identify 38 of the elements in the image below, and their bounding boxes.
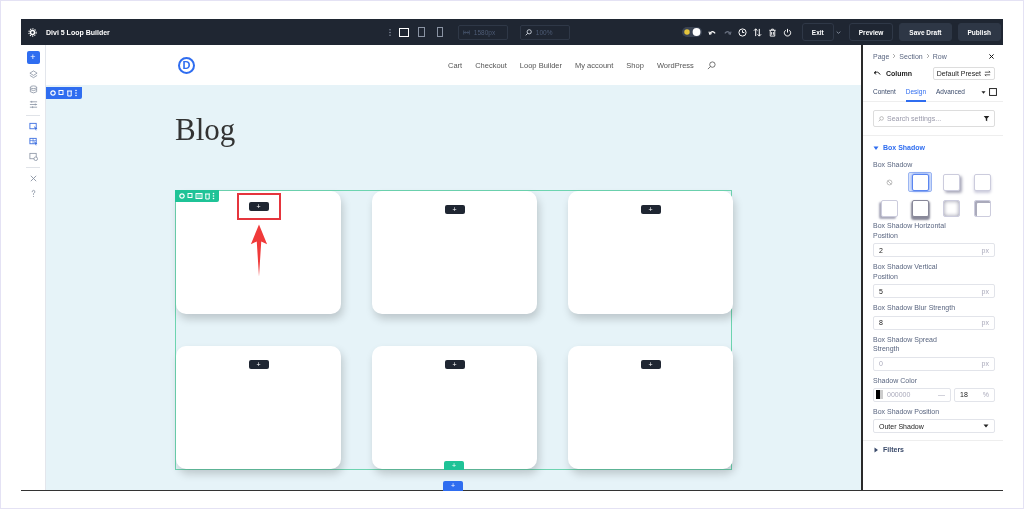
caret-icon xyxy=(873,144,879,151)
history-icon[interactable] xyxy=(737,27,747,37)
add-button[interactable]: + xyxy=(26,51,40,64)
color-swatch-icon xyxy=(876,390,883,400)
swap-icon xyxy=(984,69,991,77)
width-icon xyxy=(462,28,470,36)
back-icon[interactable] xyxy=(873,69,881,77)
filter-icon[interactable] xyxy=(983,115,990,122)
power-icon[interactable] xyxy=(782,27,792,37)
trash-icon[interactable] xyxy=(767,27,777,37)
search-icon xyxy=(878,115,884,122)
sliders-icon[interactable] xyxy=(28,100,38,109)
chevron-icon xyxy=(892,53,897,59)
database-icon[interactable] xyxy=(28,85,38,94)
layout-eye-icon[interactable] xyxy=(28,152,38,161)
layers-icon[interactable] xyxy=(28,70,38,79)
sort-icon[interactable] xyxy=(752,27,762,37)
no-shadow-icon xyxy=(885,178,893,186)
row-toolbar[interactable] xyxy=(175,190,219,202)
more-icon[interactable] xyxy=(387,27,392,37)
desktop-view-button[interactable] xyxy=(397,26,410,38)
shadow-option[interactable] xyxy=(908,172,932,193)
page-title: Blog xyxy=(175,114,236,145)
toggle-switch[interactable] xyxy=(681,27,702,37)
layout-cursor-icon[interactable] xyxy=(28,122,38,131)
search-icon xyxy=(524,28,532,36)
caret-icon[interactable] xyxy=(981,89,986,95)
search-icon[interactable] xyxy=(706,60,716,70)
settings-icon[interactable] xyxy=(28,27,37,37)
chevron-icon xyxy=(925,53,930,59)
tablet-view-button[interactable] xyxy=(415,26,428,38)
square-icon[interactable] xyxy=(989,88,997,96)
caret-icon xyxy=(873,446,879,453)
close-icon[interactable] xyxy=(988,52,995,60)
grid-cursor-icon[interactable] xyxy=(28,137,38,146)
caret-icon xyxy=(983,423,989,430)
section-toolbar[interactable] xyxy=(46,87,82,99)
site-logo[interactable]: D xyxy=(178,56,195,74)
